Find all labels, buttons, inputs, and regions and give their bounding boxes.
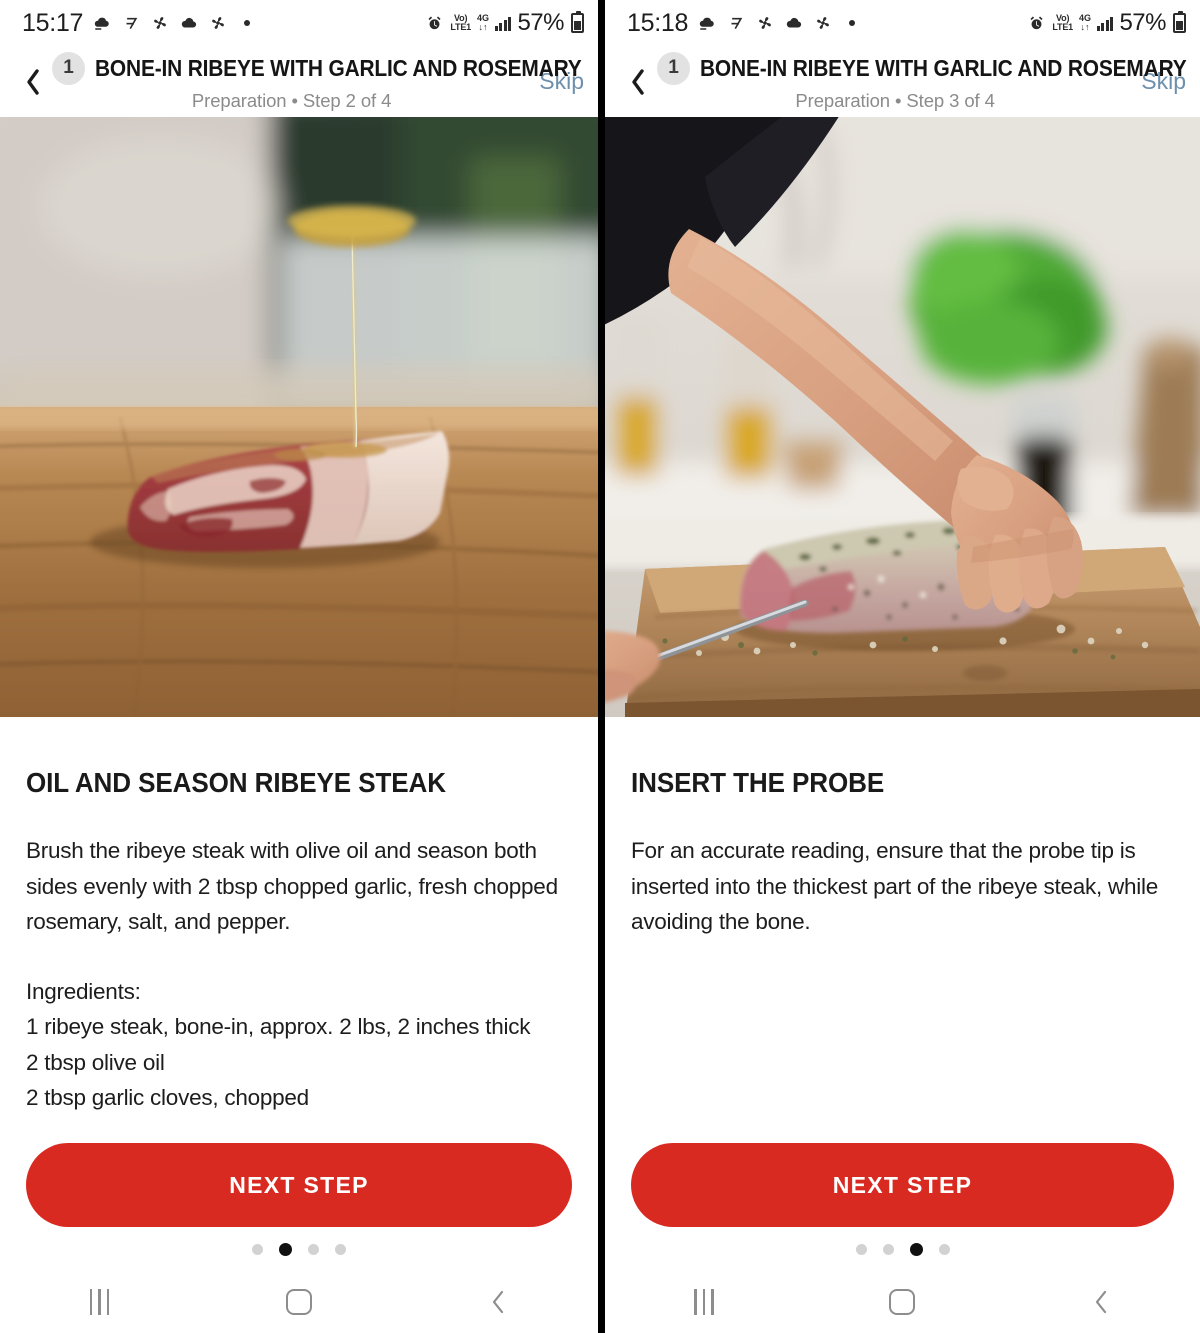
- android-navigation-bar: [0, 1271, 598, 1333]
- step-paragraph: For an accurate reading, ensure that the…: [631, 838, 1159, 934]
- back-chevron-icon[interactable]: [453, 1277, 543, 1327]
- phone-screen-step-2: 15:17 Vo) LTE1 4G ↓↑ 57% 1 BONE-IN RIBEY…: [0, 0, 598, 1333]
- status-time: 15:18: [627, 8, 689, 37]
- recents-icon[interactable]: [55, 1277, 145, 1327]
- status-bar: 15:18 Vo) LTE1 4G ↓↑ 57%: [605, 0, 1200, 46]
- home-icon[interactable]: [254, 1277, 344, 1327]
- pagination-dot[interactable]: [252, 1243, 263, 1255]
- app-header: 1 BONE-IN RIBEYE WITH GARLIC AND ROSEMAR…: [605, 46, 1200, 117]
- recents-icon[interactable]: [659, 1277, 749, 1327]
- dot-icon: [237, 13, 257, 33]
- recipe-title: BONE-IN RIBEYE WITH GARLIC AND ROSEMARY: [700, 54, 1187, 81]
- status-bar-left: 15:17: [22, 9, 257, 38]
- app-header: 1 BONE-IN RIBEYE WITH GARLIC AND ROSEMAR…: [0, 46, 598, 117]
- volte-icon: Vo) LTE1: [1052, 12, 1073, 32]
- cloud-download-icon: [92, 13, 112, 33]
- pagination-dot[interactable]: [882, 1243, 894, 1255]
- signal-bars-icon: [494, 15, 512, 31]
- dot-icon: [842, 13, 862, 33]
- volte-icon: Vo) LTE1: [450, 12, 471, 32]
- pagination-dot[interactable]: [308, 1243, 319, 1255]
- status-bar-right: Vo) LTE1 4G ↓↑ 57%: [424, 9, 584, 37]
- step-subtitle: Preparation • Step 3 of 4: [795, 89, 995, 111]
- oil-drizzle-illustration: [0, 117, 598, 717]
- alarm-icon: [424, 13, 444, 33]
- step-section-title: INSERT THE PROBE: [631, 767, 885, 798]
- bottom-bar: NEXT STEP: [605, 1143, 1200, 1333]
- header-back-button[interactable]: [16, 62, 50, 102]
- step-badge: 1: [52, 51, 85, 85]
- battery-percent: 57%: [1119, 9, 1166, 36]
- back-chevron-icon[interactable]: [1056, 1277, 1146, 1327]
- step-badge: 1: [657, 51, 690, 85]
- chevron-left-icon: [27, 68, 39, 95]
- cloud-download-icon: [697, 13, 717, 33]
- dual-screenshot-comparison: 15:17 Vo) LTE1 4G ↓↑ 57% 1 BONE-IN RIBEY…: [0, 0, 1200, 1333]
- battery-icon: [1173, 11, 1186, 33]
- status-bar-right: Vo) LTE1 4G ↓↑ 57%: [1026, 9, 1186, 37]
- pagination-dot[interactable]: [335, 1243, 346, 1255]
- home-icon[interactable]: [857, 1277, 947, 1327]
- next-step-button[interactable]: NEXT STEP: [26, 1143, 572, 1227]
- battery-percent: 57%: [517, 9, 564, 36]
- step-paragraph: Brush the ribeye steak with olive oil an…: [26, 838, 558, 934]
- seven-day-icon: [121, 13, 141, 33]
- status-bar-left: 15:18: [627, 9, 862, 38]
- status-bar: 15:17 Vo) LTE1 4G ↓↑ 57%: [0, 0, 598, 46]
- android-navigation-bar: [605, 1271, 1200, 1333]
- pagination-dot[interactable]: [279, 1242, 292, 1256]
- alarm-icon: [1026, 13, 1046, 33]
- data-4g-icon: 4G ↓↑: [476, 12, 489, 32]
- recipe-title: BONE-IN RIBEYE WITH GARLIC AND ROSEMARY: [95, 54, 582, 81]
- step-hero-image: [0, 117, 598, 717]
- cloud-icon: [179, 13, 199, 33]
- fan-icon: [755, 13, 775, 33]
- header-title-row: 1 BONE-IN RIBEYE WITH GARLIC AND ROSEMAR…: [657, 51, 1187, 85]
- pagination-dots[interactable]: [26, 1227, 572, 1271]
- header-center: 1 BONE-IN RIBEYE WITH GARLIC AND ROSEMAR…: [655, 51, 1187, 112]
- phone-screen-step-3: 15:18 Vo) LTE1 4G ↓↑ 57% 1 BONE-IN RIBEY…: [605, 0, 1200, 1333]
- step-section-title: OIL AND SEASON RIBEYE STEAK: [26, 767, 446, 798]
- ingredients-list: 1 ribeye steak, bone-in, approx. 2 lbs, …: [26, 1014, 531, 1110]
- step-subtitle: Preparation • Step 2 of 4: [191, 89, 392, 111]
- ingredients-label: Ingredients:: [26, 978, 141, 1004]
- pagination-dot[interactable]: [855, 1243, 867, 1255]
- step-hero-image: [605, 117, 1200, 717]
- fan-icon: [150, 13, 170, 33]
- data-4g-icon: 4G ↓↑: [1078, 12, 1091, 32]
- seven-day-icon: [726, 13, 746, 33]
- next-step-button[interactable]: NEXT STEP: [631, 1143, 1174, 1227]
- fan-icon: [208, 13, 228, 33]
- header-center: 1 BONE-IN RIBEYE WITH GARLIC AND ROSEMAR…: [50, 51, 582, 112]
- fan-icon: [813, 13, 833, 33]
- header-title-row: 1 BONE-IN RIBEYE WITH GARLIC AND ROSEMAR…: [52, 51, 582, 85]
- cloud-icon: [784, 13, 804, 33]
- pagination-dot[interactable]: [909, 1242, 923, 1256]
- bottom-bar: NEXT STEP: [0, 1143, 598, 1333]
- probe-insertion-illustration: [605, 117, 1200, 717]
- battery-icon: [571, 11, 584, 33]
- pagination-dots[interactable]: [631, 1227, 1174, 1271]
- header-back-button[interactable]: [621, 62, 655, 102]
- status-time: 15:17: [22, 8, 84, 37]
- signal-bars-icon: [1096, 15, 1114, 31]
- chevron-left-icon: [632, 68, 644, 95]
- pagination-dot[interactable]: [938, 1243, 950, 1255]
